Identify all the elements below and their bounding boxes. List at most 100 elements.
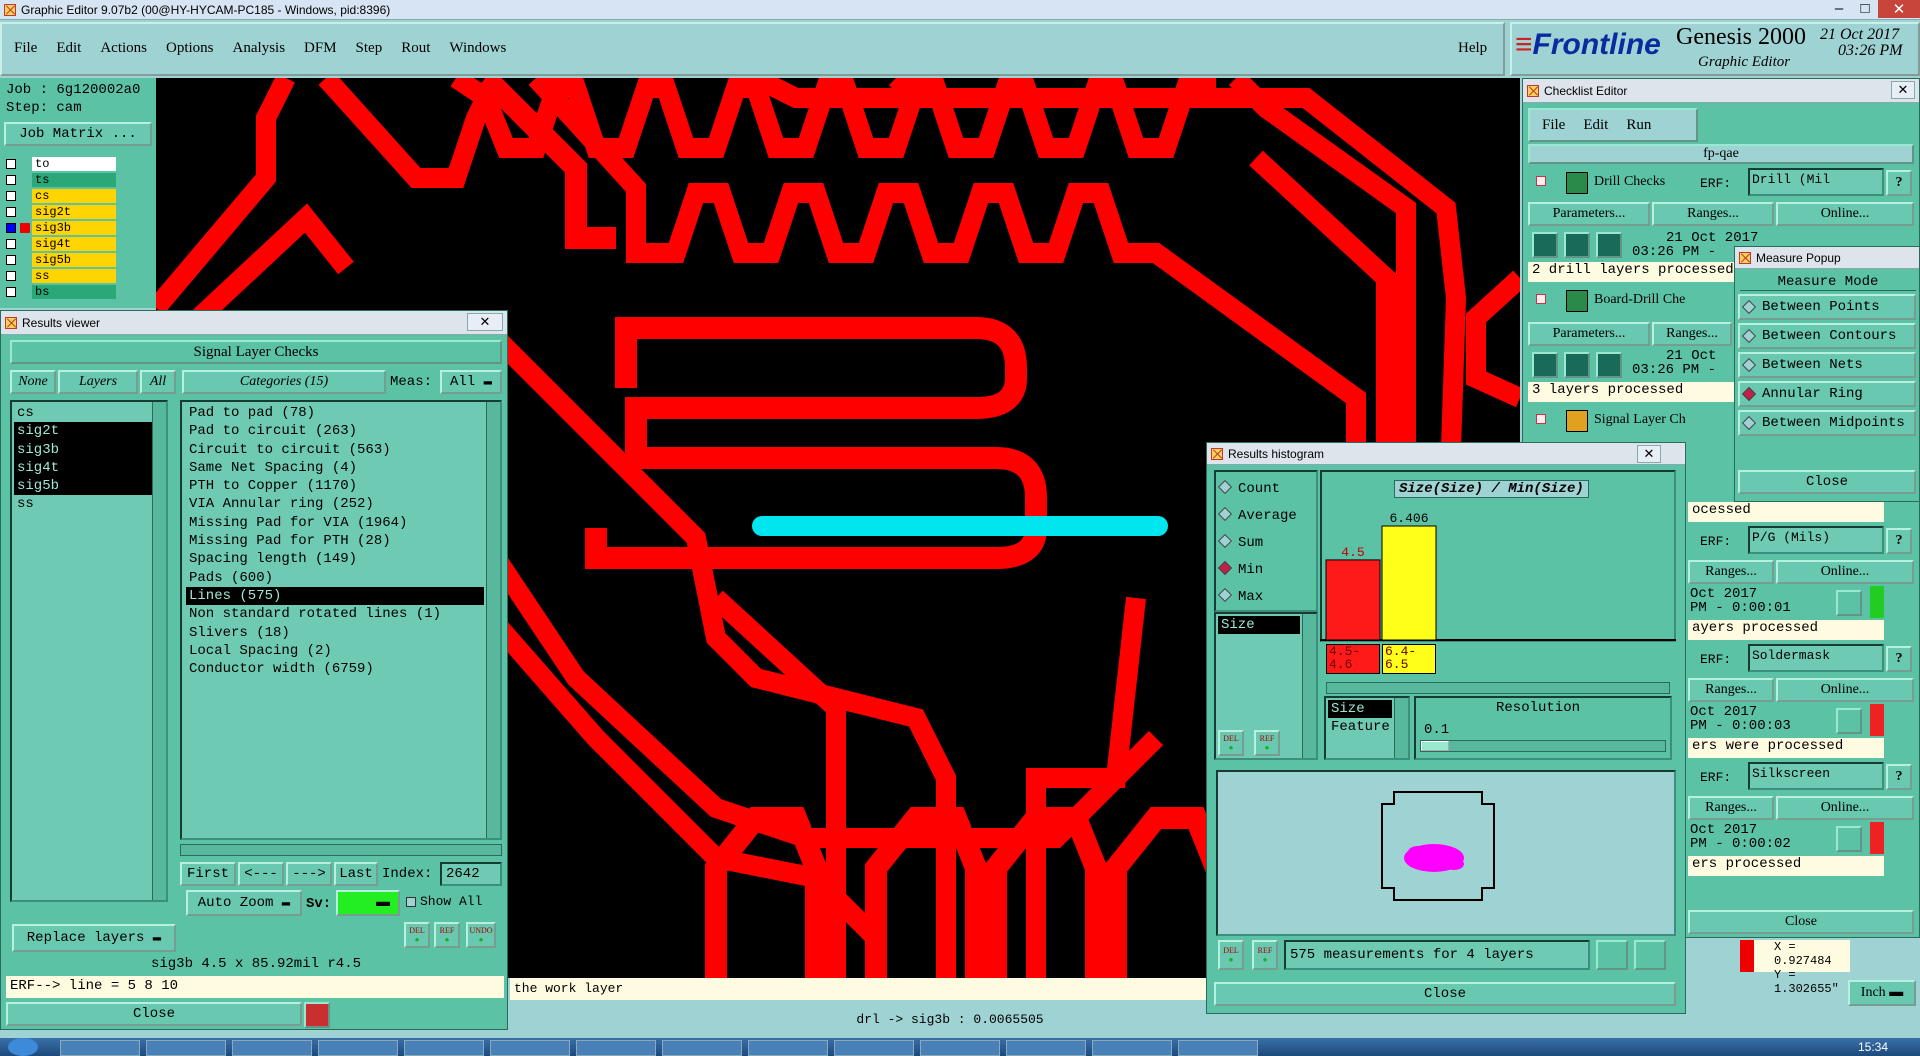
taskbar-app[interactable]: [490, 1040, 570, 1056]
taskbar-app[interactable]: [920, 1040, 1000, 1056]
category-item[interactable]: Conductor width (6759): [186, 660, 484, 678]
run-icon[interactable]: [1564, 352, 1590, 378]
results-close-button[interactable]: Close: [6, 1002, 302, 1026]
ranges-button[interactable]: Ranges...: [1688, 560, 1774, 584]
parameters-button[interactable]: Parameters...: [1528, 202, 1650, 226]
mode-between-contours[interactable]: Between Contours: [1738, 323, 1916, 349]
result-layer-item[interactable]: sig2t: [14, 422, 154, 441]
category-item[interactable]: PTH to Copper (1170): [186, 477, 484, 495]
check-enabled-checkbox[interactable]: [1536, 294, 1546, 304]
layer-row[interactable]: ss: [6, 268, 124, 284]
checklist-close-icon[interactable]: ✕: [1891, 81, 1915, 99]
layers-none-button[interactable]: None: [10, 370, 56, 394]
erf-field[interactable]: Soldermask: [1748, 644, 1884, 672]
run-icon[interactable]: [1596, 352, 1622, 378]
replace-layers-dropdown[interactable]: Replace layers ▬: [12, 924, 176, 952]
stat-average[interactable]: Average: [1216, 503, 1316, 530]
parameters-button[interactable]: Parameters...: [1528, 322, 1650, 346]
taskbar-app[interactable]: [834, 1040, 914, 1056]
erf-field[interactable]: Drill (Mil: [1748, 168, 1884, 196]
layer-list-scrollbar[interactable]: [152, 402, 166, 900]
menu-edit[interactable]: Edit: [56, 40, 81, 57]
mode-list-scrollbar[interactable]: [1394, 698, 1408, 758]
ranges-button[interactable]: Ranges...: [1652, 202, 1774, 226]
layer-cs[interactable]: cs: [32, 189, 116, 203]
online-button[interactable]: Online...: [1776, 796, 1914, 820]
categories-hscroll[interactable]: [180, 844, 502, 856]
help-button[interactable]: ?: [1886, 646, 1912, 672]
sv-color-dropdown[interactable]: ▬: [336, 890, 400, 916]
checklist-menu-edit[interactable]: Edit: [1583, 117, 1608, 134]
layer-row[interactable]: cs: [6, 188, 124, 204]
units-dropdown[interactable]: Inch ▬: [1848, 980, 1916, 1006]
category-item[interactable]: Non standard rotated lines (1): [186, 605, 484, 623]
histogram-bar[interactable]: [1381, 525, 1437, 641]
mode-between-nets[interactable]: Between Nets: [1738, 352, 1916, 378]
erf-field[interactable]: Silkscreen: [1748, 762, 1884, 790]
ranges-button[interactable]: Ranges...: [1652, 322, 1732, 346]
layer-bs[interactable]: bs: [32, 285, 116, 299]
chart-icon[interactable]: [304, 1002, 330, 1028]
mode-annular-ring[interactable]: Annular Ring: [1738, 381, 1916, 407]
zoom-icon[interactable]: [1836, 826, 1862, 852]
layer-sig2t[interactable]: sig2t: [32, 205, 116, 219]
hist-ref-button[interactable]: REF ●: [1254, 730, 1280, 756]
mode-list[interactable]: Size Feature: [1324, 696, 1410, 760]
category-item[interactable]: Pad to circuit (263): [186, 422, 484, 440]
category-item[interactable]: Pads (600): [186, 569, 484, 587]
layers-all-button[interactable]: All: [140, 370, 176, 394]
layers-button[interactable]: Layers: [58, 370, 138, 394]
field-list-scrollbar[interactable]: [1302, 614, 1316, 758]
category-item[interactable]: Pad to pad (78): [186, 404, 484, 422]
stat-max[interactable]: Max: [1216, 584, 1316, 611]
category-item[interactable]: Same Net Spacing (4): [186, 459, 484, 477]
taskbar-app[interactable]: [662, 1040, 742, 1056]
taskbar-app[interactable]: [1092, 1040, 1172, 1056]
results-viewer-close-icon[interactable]: ✕: [467, 313, 503, 331]
taskbar-app[interactable]: [146, 1040, 226, 1056]
zoom-icon[interactable]: [1836, 590, 1862, 616]
ranges-button[interactable]: Ranges...: [1688, 796, 1774, 820]
category-item-selected[interactable]: Lines (575): [186, 586, 484, 606]
histogram-close-button[interactable]: Close: [1214, 982, 1676, 1006]
erf-field[interactable]: P/G (Mils): [1748, 526, 1884, 554]
last-button[interactable]: Last: [334, 862, 378, 886]
run-icon[interactable]: [1564, 232, 1590, 258]
categories-button[interactable]: Categories (15): [182, 370, 386, 394]
job-matrix-button[interactable]: Job Matrix ...: [4, 122, 152, 146]
del-button[interactable]: DEL ●: [404, 922, 430, 948]
layer-sig4t[interactable]: sig4t: [32, 237, 116, 251]
checklist-menu-file[interactable]: File: [1542, 117, 1565, 134]
online-button[interactable]: Online...: [1776, 560, 1914, 584]
menu-step[interactable]: Step: [356, 40, 383, 57]
layer-to[interactable]: to: [32, 157, 116, 171]
result-layer-item[interactable]: cs: [14, 404, 154, 422]
category-item[interactable]: Circuit to circuit (563): [186, 441, 484, 459]
field-item[interactable]: Size: [1218, 616, 1300, 635]
category-item[interactable]: Slivers (18): [186, 624, 484, 642]
menu-file[interactable]: File: [14, 40, 37, 57]
taskbar-app[interactable]: [1178, 1040, 1258, 1056]
histogram-close-icon[interactable]: ✕: [1637, 445, 1661, 463]
meas-dropdown[interactable]: All ▬: [440, 370, 502, 394]
histogram-bar[interactable]: [1325, 559, 1381, 641]
show-all-checkbox[interactable]: Show All: [406, 894, 482, 909]
help-button[interactable]: ?: [1886, 170, 1912, 196]
help-button[interactable]: ?: [1886, 528, 1912, 554]
categories-list[interactable]: Pad to pad (78) Pad to circuit (263) Cir…: [180, 400, 502, 840]
next-button[interactable]: --->: [286, 862, 332, 886]
menu-windows[interactable]: Windows: [449, 40, 506, 57]
stat-min[interactable]: Min: [1216, 557, 1316, 584]
result-layer-item[interactable]: sig5b: [14, 477, 154, 496]
layer-row[interactable]: to: [6, 156, 124, 172]
result-layer-item[interactable]: sig3b: [14, 440, 154, 459]
mode-item[interactable]: Feature: [1328, 718, 1392, 736]
measure-close-button[interactable]: Close: [1738, 470, 1916, 494]
result-layer-item[interactable]: ss: [14, 495, 154, 513]
layer-row[interactable]: sig4t: [6, 236, 124, 252]
help-button[interactable]: ?: [1886, 764, 1912, 790]
mode-between-midpoints[interactable]: Between Midpoints: [1738, 410, 1916, 436]
menu-dfm[interactable]: DFM: [304, 40, 337, 57]
close-window-button[interactable]: ✕: [1878, 0, 1920, 18]
checklist-menu-run[interactable]: Run: [1626, 117, 1651, 134]
